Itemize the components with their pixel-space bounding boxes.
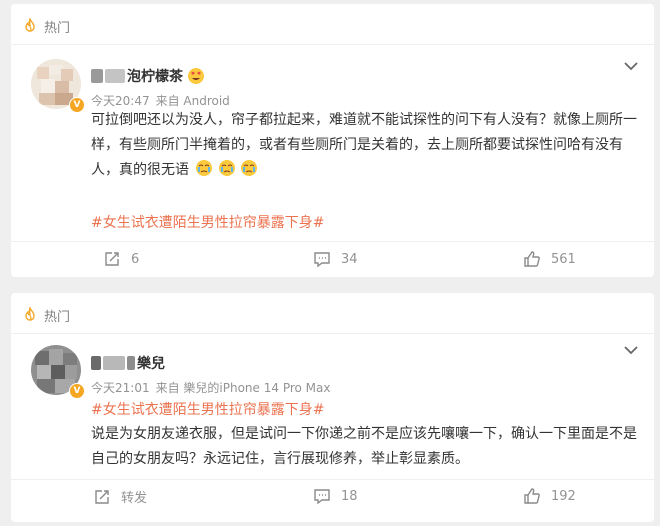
blurred-name bbox=[103, 356, 125, 370]
divider bbox=[11, 333, 654, 334]
blurred-name bbox=[105, 69, 125, 83]
post-time: 今天21:01 bbox=[91, 381, 150, 395]
comment-icon bbox=[314, 489, 330, 505]
post-source: 来自 Android bbox=[155, 94, 230, 108]
post-meta: 今天20:47 来自 Android bbox=[91, 92, 236, 109]
heart-eyes-emoji bbox=[187, 67, 205, 85]
post-time: 今天20:47 bbox=[91, 94, 150, 108]
hot-tag: 热门 bbox=[22, 16, 70, 36]
comment-count: 18 bbox=[341, 488, 358, 504]
hot-label: 热门 bbox=[44, 20, 71, 36]
post-body: 说是为女朋友递衣服，但是试问一下你递之前不是应该先嚷嚷一下，确认一下里面是不是 … bbox=[91, 422, 637, 472]
text-line: 自己的女朋友吗？永远记住，言行展现修养，举止彰显素质。 bbox=[91, 451, 469, 467]
blurred-name bbox=[91, 356, 101, 370]
crying-face-emoji bbox=[218, 159, 236, 177]
flame-icon bbox=[22, 305, 38, 323]
crying-face-emoji bbox=[240, 159, 258, 177]
hot-tag: 热门 bbox=[22, 305, 70, 325]
post-source: 来自 樂兒的iPhone 14 Pro Max bbox=[155, 381, 331, 395]
divider bbox=[11, 44, 654, 45]
hashtag-link[interactable]: #女生试衣遭陌生男性拉帘暴露下身# bbox=[91, 212, 324, 232]
verified-badge-icon: V bbox=[69, 383, 85, 399]
repost-button[interactable]: 6 bbox=[103, 250, 139, 268]
like-button[interactable]: 561 bbox=[523, 250, 576, 268]
blurred-name bbox=[91, 69, 103, 83]
user-name-row[interactable]: 樂兒 bbox=[91, 353, 165, 373]
repost-count: 6 bbox=[131, 251, 140, 267]
chevron-down-icon[interactable] bbox=[623, 61, 639, 71]
user-name-row[interactable]: 泡柠檬茶 bbox=[91, 66, 205, 86]
post-body: 可拉倒吧还以为没人，帘子都拉起来，难道就不能试探性的问下有人没有？就像上厕所一 … bbox=[91, 108, 637, 183]
text-line: 样，有些厕所门半掩着的，或者有些厕所门是关着的，去上厕所都要试探性问哈有没有 bbox=[91, 137, 623, 153]
hashtag-link[interactable]: #女生试衣遭陌生男性拉帘暴露下身# bbox=[91, 399, 324, 419]
crying-face-emoji bbox=[195, 159, 213, 177]
repost-icon bbox=[95, 489, 109, 504]
like-count: 561 bbox=[551, 251, 576, 267]
comment-count: 34 bbox=[341, 251, 358, 267]
thumbs-up-icon bbox=[524, 488, 540, 504]
repost-label: 转发 bbox=[121, 491, 148, 506]
divider bbox=[11, 479, 654, 480]
action-bar: 转发 18 192 bbox=[11, 487, 654, 509]
flame-icon bbox=[22, 16, 38, 34]
comment-button[interactable]: 18 bbox=[313, 487, 358, 505]
post-card: 热门 V 樂兒 今天21:01 来自 樂兒的iPhone 14 Pro Max #… bbox=[11, 293, 654, 522]
blurred-name bbox=[127, 356, 135, 370]
comment-icon bbox=[314, 252, 330, 268]
divider bbox=[11, 241, 654, 242]
repost-icon bbox=[105, 252, 119, 266]
text-line: 可拉倒吧还以为没人，帘子都拉起来，难道就不能试探性的问下有人没有？就像上厕所一 bbox=[91, 112, 637, 128]
action-bar: 6 34 561 bbox=[11, 250, 654, 272]
post-meta: 今天21:01 来自 樂兒的iPhone 14 Pro Max bbox=[91, 379, 336, 396]
text-line: 说是为女朋友递衣服，但是试问一下你递之前不是应该先嚷嚷一下，确认一下里面是不是 bbox=[91, 426, 637, 442]
like-button[interactable]: 192 bbox=[523, 487, 576, 505]
user-name[interactable]: 樂兒 bbox=[137, 353, 165, 373]
repost-button[interactable]: 转发 bbox=[93, 487, 147, 506]
text-line: 人，真的很无语 bbox=[91, 158, 637, 183]
hot-label: 热门 bbox=[44, 309, 71, 325]
chevron-down-icon[interactable] bbox=[623, 345, 639, 355]
user-name[interactable]: 泡柠檬茶 bbox=[127, 66, 183, 86]
post-card: 热门 V 泡柠檬茶 今天20:47 来自 Android 可拉倒吧还以为没人，帘子… bbox=[11, 4, 654, 277]
verified-badge-icon: V bbox=[69, 97, 85, 113]
thumbs-up-icon bbox=[524, 251, 540, 267]
comment-button[interactable]: 34 bbox=[313, 250, 358, 268]
like-count: 192 bbox=[551, 488, 576, 504]
